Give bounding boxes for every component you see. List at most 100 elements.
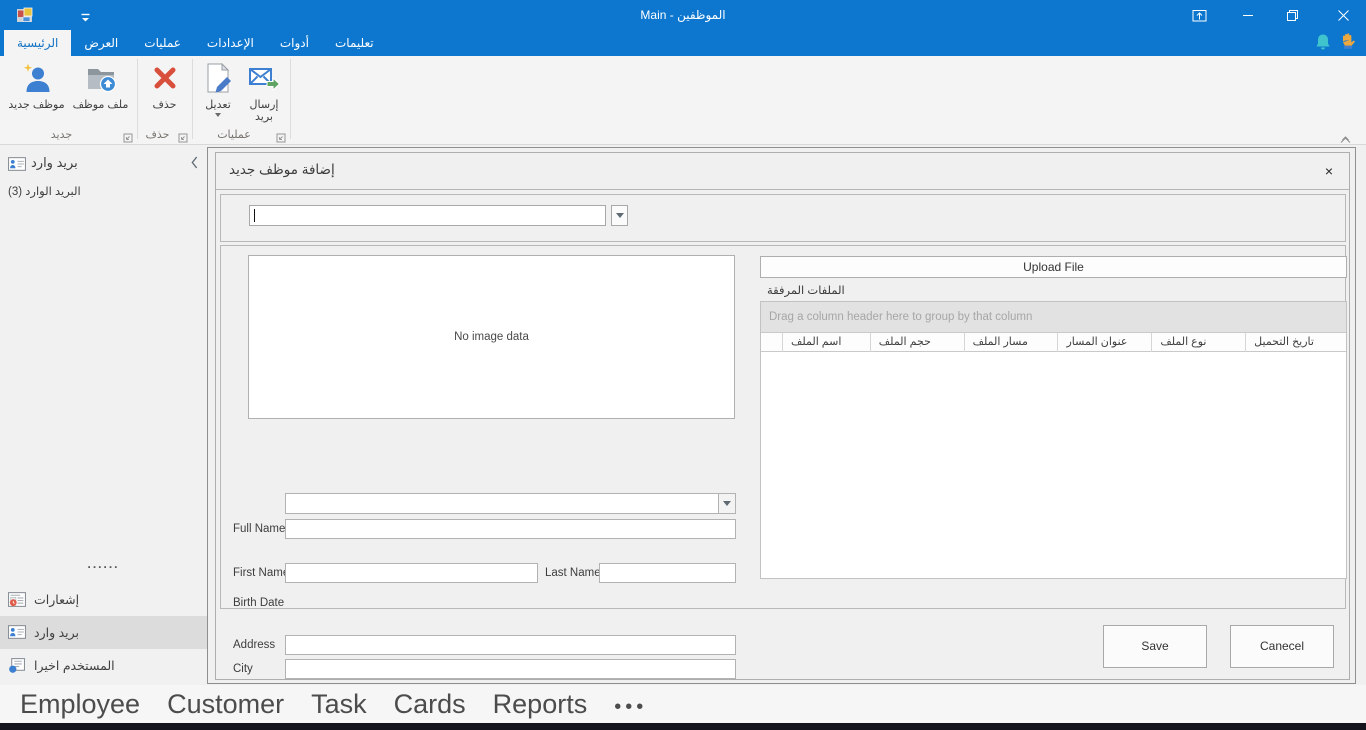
group-caption-delete: حذف [137,128,178,141]
employee-file-button[interactable]: ملف موظف [69,60,133,111]
tab-view[interactable]: العرض [71,30,131,56]
sidebar-item-recent-user[interactable]: المستخدم اخيرا [0,649,207,682]
module-customer[interactable]: Customer [167,689,284,720]
send-mail-label: إرسال بريد [241,99,287,123]
app-window: الموظفين - Main الرئيسية العرض عمليات ال… [0,0,1366,730]
notifications-icon [8,592,26,607]
ribbon-group-operations: تعديل إرسال بريد عمليات [192,56,290,144]
add-employee-panel: إضافة موظف جديد × No image data Full Nam… [215,152,1350,680]
chevron-down-icon [723,501,731,506]
minimize-icon[interactable] [1226,0,1270,30]
last-name-field[interactable] [599,563,736,583]
sidebar-item-inbox[interactable]: بريد وارد [0,616,207,649]
contact-card-icon [8,625,26,640]
grid-body[interactable] [761,352,1346,578]
edit-icon [202,62,234,94]
module-employee[interactable]: Employee [20,689,140,720]
new-employee-label: موظف جديد [8,99,64,111]
attachments-title: الملفات المرفقة [767,283,845,297]
module-cards[interactable]: Cards [394,689,466,720]
upload-file-button[interactable]: Upload File [760,256,1347,278]
grid-column-file-name[interactable]: اسم الملف [783,333,871,352]
bottom-edge-strip [0,723,1366,730]
dialog-launcher-icon[interactable] [276,130,286,140]
address-label: Address [233,639,275,651]
grid-column-file-type[interactable]: نوع الملف [1152,333,1246,352]
sidebar-item-label: بريد وارد [34,625,79,640]
birth-date-field[interactable] [285,493,736,514]
close-icon[interactable] [1320,0,1366,30]
sidebar-active-view[interactable]: البريد الوارد (3) [8,184,81,198]
window-title: الموظفين - Main [0,0,1366,30]
module-reports[interactable]: Reports [493,689,588,720]
more-modules-icon[interactable]: ••• [614,690,647,719]
city-field[interactable] [285,659,736,679]
panel-title: إضافة موظف جديد [229,162,335,178]
ribbon-separator [290,59,291,139]
full-name-field[interactable] [285,519,736,539]
birth-date-dropdown-button[interactable] [718,494,735,513]
send-mail-button[interactable]: إرسال بريد [241,60,287,123]
tab-home[interactable]: الرئيسية [4,30,71,56]
employee-lookup-input[interactable] [249,205,606,226]
delete-icon [149,62,181,94]
tab-settings[interactable]: الإعدادات [194,30,267,56]
lookup-dropdown-button[interactable] [611,205,628,226]
new-employee-button[interactable]: موظف جديد [5,60,69,111]
dialog-launcher-icon[interactable] [178,130,188,140]
edit-dropdown-icon[interactable] [215,113,221,117]
tab-operations[interactable]: عمليات [131,30,194,56]
ribbon-tab-row: الرئيسية العرض عمليات الإعدادات أدوات تع… [0,30,1366,56]
module-task[interactable]: Task [311,689,367,720]
cancel-button[interactable]: Canecel [1230,625,1334,668]
sidebar-header[interactable]: بريد وارد [0,150,207,178]
grid-column-upload-date[interactable]: تاريخ التحميل [1246,333,1346,352]
tab-help[interactable]: تعليمات [322,30,387,56]
sidebar-splitter[interactable]: ...... [0,557,207,571]
sidebar-item-notifications[interactable]: إشعارات [0,583,207,616]
title-bar: الموظفين - Main [0,0,1366,30]
new-employee-icon [21,62,53,94]
delete-button[interactable]: حذف [142,60,188,111]
last-name-label: Last Name [545,567,601,579]
employee-file-icon [85,62,117,94]
city-label: City [233,663,253,675]
ribbon-collapse-icon[interactable] [1339,131,1352,140]
panel-close-icon[interactable]: × [1319,161,1339,181]
grid-group-panel[interactable]: Drag a column header here to group by th… [761,302,1346,333]
first-name-field[interactable] [285,563,538,583]
recent-user-icon [8,658,26,673]
float-window-icon[interactable] [1177,0,1221,30]
attachments-grid: Drag a column header here to group by th… [760,301,1347,579]
sidebar-header-label: بريد وارد [31,155,78,171]
ribbon-tabs: الرئيسية العرض عمليات الإعدادات أدوات تع… [4,30,387,56]
ribbon-group-delete: حذف حذف [137,56,192,144]
group-caption-operations: عمليات [192,128,276,141]
module-bar: Employee Customer Task Cards Reports ••• [0,685,1366,723]
collapse-sidebar-icon[interactable] [190,156,199,169]
restore-icon[interactable] [1270,0,1314,30]
bell-icon[interactable] [1315,33,1331,56]
hand-icon[interactable] [1339,32,1358,56]
dialog-launcher-icon[interactable] [123,130,133,140]
grid-column-file-size[interactable]: حجم الملف [871,333,965,352]
send-mail-icon [248,62,280,94]
first-name-label: First Name [233,567,289,579]
ribbon: موظف جديد ملف موظف جديد [0,56,1366,145]
navigation-sidebar: بريد وارد البريد الوارد (3) ...... إشعار… [0,145,207,685]
edit-label: تعديل [205,99,231,111]
birth-date-label: Birth Date [233,597,284,609]
full-name-label: Full Name [233,523,285,535]
grid-header-row: اسم الملف حجم الملف مسار الملف عنوان الم… [761,333,1346,352]
edit-button[interactable]: تعديل [195,60,241,123]
grid-column-file-path[interactable]: مسار الملف [965,333,1059,352]
delete-label: حذف [153,99,177,111]
sidebar-item-label: إشعارات [34,592,79,607]
grid-column-path-title[interactable]: عنوان المسار [1058,333,1152,352]
employee-photo-box[interactable]: No image data [248,255,735,419]
content-area: إضافة موظف جديد × No image data Full Nam… [207,147,1356,684]
save-button[interactable]: Save [1103,625,1207,668]
grid-indicator-column [761,333,783,352]
address-field[interactable] [285,635,736,655]
tab-tools[interactable]: أدوات [267,30,322,56]
